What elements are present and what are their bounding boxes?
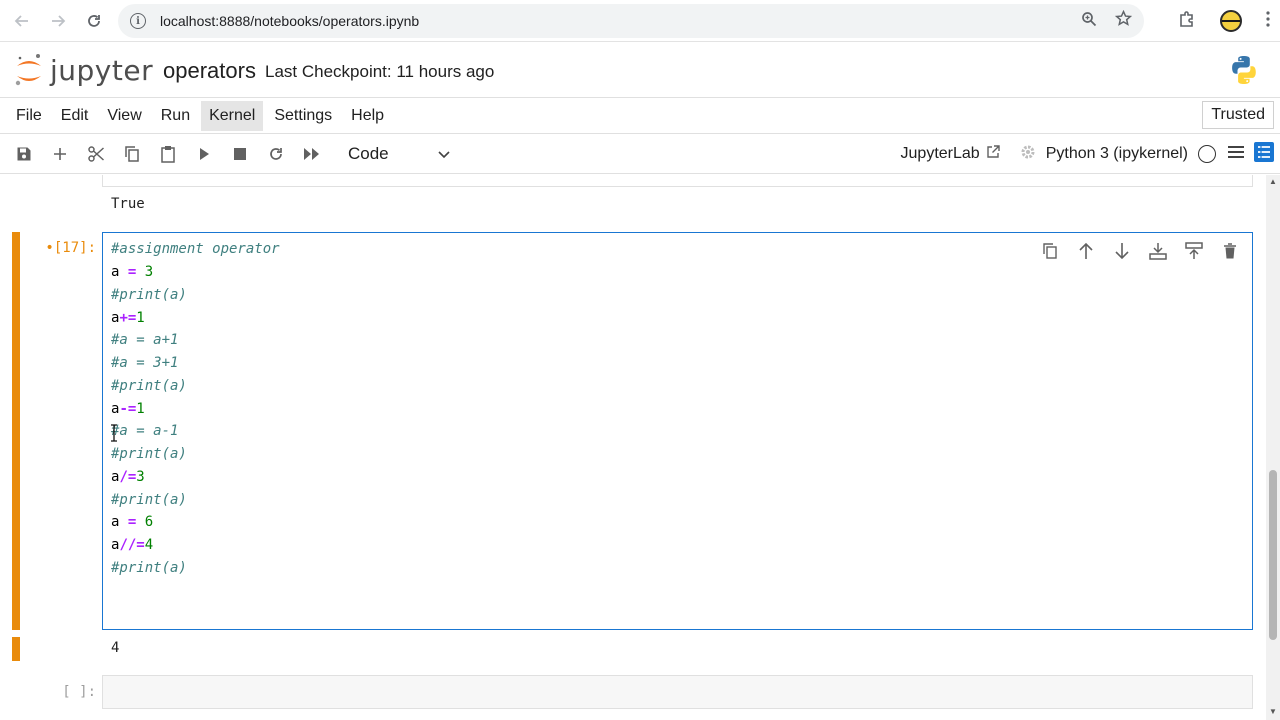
menu-kernel[interactable]: Kernel [201,100,264,131]
cut-icon[interactable] [78,139,114,169]
code-line: a = 6 [111,514,154,530]
menu-run[interactable]: Run [153,101,198,131]
scroll-thumb[interactable] [1269,470,1277,640]
menu-icon[interactable] [1266,10,1270,32]
output-collapser[interactable] [12,637,20,661]
code-line: #print(a) [111,492,187,508]
extensions-icon[interactable] [1178,10,1196,33]
toc-icon[interactable] [1228,145,1244,164]
previous-cell-input[interactable] [102,175,1253,187]
code-line: #assignment operator [111,241,280,257]
code-line: #print(a) [111,378,187,394]
insert-below-icon[interactable] [1176,239,1212,263]
back-icon[interactable] [4,3,40,39]
move-up-icon[interactable] [1068,239,1104,263]
logo-text: jupyter [50,53,154,87]
kernel-name[interactable]: Python 3 (ipykernel) [1046,145,1188,163]
notebook-scrollbar[interactable]: ▲ ▼ [1266,175,1280,720]
move-down-icon[interactable] [1104,239,1140,263]
avatar[interactable] [1220,10,1242,32]
menu-bar: File Edit View Run Kernel Settings Help … [0,98,1280,134]
next-cell-prompt: [ ]: [62,684,96,700]
code-line: #print(a) [111,287,187,303]
kernel-status-icon [1198,145,1216,163]
trusted-indicator[interactable]: Trusted [1202,101,1274,129]
browser-toolbar: i localhost:8888/notebooks/operators.ipy… [0,0,1280,42]
zoom-icon[interactable] [1081,11,1097,32]
jupyter-logo[interactable]: jupyter [14,52,153,88]
jupyter-logo-icon [15,54,41,86]
code-cell-editor[interactable]: #assignment operator a = 3 #print(a) a+=… [102,232,1253,630]
cell-toolbar [1032,239,1248,263]
cell-type-value: Code [348,143,389,163]
menu-file[interactable]: File [8,101,50,131]
fast-forward-icon[interactable] [294,139,330,169]
property-inspector-icon[interactable] [1254,141,1274,167]
checkpoint-status: Last Checkpoint: 11 hours ago [265,62,495,81]
code-line: #a = a+1 [111,332,179,348]
run-icon[interactable] [186,139,222,169]
code-line: a = 3 [111,264,154,280]
jupyter-header: jupyter operators Last Checkpoint: 11 ho… [0,42,1280,98]
paste-icon[interactable] [150,139,186,169]
delete-cell-icon[interactable] [1212,239,1248,263]
code-line: #print(a) [111,446,187,462]
input-collapser[interactable] [12,232,20,630]
open-jupyterlab-link[interactable]: JupyterLab [901,145,980,163]
save-icon[interactable] [6,139,42,169]
code-line: #a = 3+1 [111,355,179,371]
menu-help[interactable]: Help [343,101,392,131]
gear-icon[interactable] [1020,144,1036,165]
scroll-down-icon[interactable]: ▼ [1269,707,1277,716]
star-icon[interactable] [1114,9,1133,32]
insert-above-icon[interactable] [1140,239,1176,263]
scroll-up-icon[interactable]: ▲ [1269,177,1277,186]
duplicate-cell-icon[interactable] [1032,239,1068,263]
code-line: a//=4 [111,537,154,553]
code-line: a/=3 [111,469,145,485]
forward-icon[interactable] [40,3,76,39]
menu-settings[interactable]: Settings [266,101,340,131]
cell-output: 4 [111,640,120,656]
reload-icon[interactable] [76,3,112,39]
notebook-panel[interactable]: True •[17]: #assignment operator a = 3 #… [0,175,1266,720]
copy-icon[interactable] [114,139,150,169]
previous-output: True [111,196,145,212]
python-logo-icon [1228,54,1260,91]
notebook-toolbar: Code JupyterLab Python 3 (ipykernel) [0,134,1280,174]
cell-type-select[interactable]: Code [342,139,452,169]
code-line: a-=1 [111,401,145,417]
add-cell-icon[interactable] [42,139,78,169]
menu-edit[interactable]: Edit [53,101,97,131]
address-bar[interactable]: i localhost:8888/notebooks/operators.ipy… [118,4,1144,38]
code-line: #print(a) [111,560,187,576]
info-icon[interactable]: i [130,13,146,29]
external-link-icon [986,144,1000,164]
notebook-title[interactable]: operators [163,58,256,84]
code-line: #a = a-1 [111,423,179,439]
cell-prompt: •[17]: [45,240,96,256]
menu-view[interactable]: View [99,101,149,131]
restart-icon[interactable] [258,139,294,169]
empty-code-cell[interactable] [102,675,1253,709]
code-line: a+=1 [111,310,145,326]
chevron-down-icon [438,144,450,164]
url-text: localhost:8888/notebooks/operators.ipynb [160,13,420,29]
text-cursor-icon [109,424,119,447]
stop-icon[interactable] [222,139,258,169]
